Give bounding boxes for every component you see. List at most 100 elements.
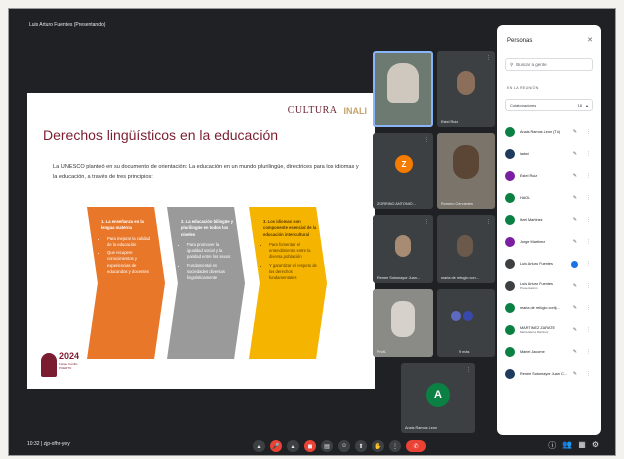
avatar (505, 281, 515, 291)
participant-row[interactable]: Renee Sotomayor Juan C... ✎ ⋮ (505, 363, 595, 385)
more-icon[interactable]: ⋮ (586, 371, 591, 377)
avatar: Z (395, 155, 413, 173)
more-icon[interactable]: ⋮ (586, 283, 591, 289)
participant-photo (457, 235, 473, 257)
more-icon[interactable]: ⋮ (424, 219, 429, 225)
more-icon[interactable]: ⋮ (424, 137, 429, 143)
participant-name-text: MARTINEZ ZARATE (520, 325, 556, 330)
mic-icon[interactable]: 🎤 (270, 440, 282, 452)
participant-row[interactable]: maria de refugio cortij... ✎ ⋮ (505, 297, 595, 319)
more-options-icon[interactable]: ⋮ (389, 440, 401, 452)
participant-row[interactable]: Itzel Martinez ✎ ⋮ (505, 209, 595, 231)
more-icon[interactable]: ⋮ (586, 327, 591, 333)
presenter-title: Luis Arturo Fuentes (Presentando) (29, 22, 106, 28)
participant-row[interactable]: ladwi ✎ ⋮ (505, 143, 595, 165)
meet-window: Luis Arturo Fuentes (Presentando) CULTUR… (8, 8, 616, 456)
more-icon[interactable]: ⋮ (586, 305, 591, 311)
more-icon[interactable]: ⋮ (586, 173, 591, 179)
meeting-time: 10:32 (27, 441, 40, 447)
more-icon[interactable]: ⋮ (486, 55, 491, 61)
participant-row[interactable]: Luis Arturo Fuentes ⋮ (505, 253, 595, 275)
more-icon[interactable]: ⋮ (586, 195, 591, 201)
principle-2: 2. La educación bilingüe y plurilingüe e… (167, 207, 245, 359)
mic-off-icon: ✎ (572, 173, 577, 179)
participant-tile[interactable]: ProfL (373, 289, 433, 357)
participant-video (391, 301, 415, 337)
slide-logos: CULTURA INALI (288, 105, 367, 116)
participant-row[interactable]: Estel Ruiz ✎ ⋮ (505, 165, 595, 187)
participant-tile[interactable]: Z ⋮ ZORRINO ANTONIO... (373, 133, 433, 209)
principle-2-item: Fundamental en sociedades diversas lingü… (187, 263, 235, 282)
principle-1-item: Que recupere conocimientos y experiencia… (107, 250, 155, 275)
participant-video (453, 145, 479, 179)
participant-name: Anais Ramos Leon (Tú) (520, 130, 570, 135)
participant-row[interactable]: Luis Arturo Fuentes Presentación ✎ ⋮ (505, 275, 595, 297)
more-icon[interactable]: ⋮ (586, 217, 591, 223)
participant-name: Anais Ramos Leon (405, 426, 438, 430)
more-icon[interactable]: ⋮ (466, 367, 471, 373)
inali-logo: INALI (343, 105, 368, 116)
participant-name: Luis Arturo Fuentes (520, 262, 570, 267)
more-participants-tile[interactable]: 9 más (437, 289, 495, 357)
more-icon[interactable]: ⋮ (586, 151, 591, 157)
search-input[interactable]: ⚲ Buscar a gente (505, 58, 593, 71)
chat-icon[interactable]: ▦ (578, 440, 586, 451)
participant-row[interactable]: Anais Ramos Leon (Tú) ✎ ⋮ (505, 121, 595, 143)
avatar (451, 311, 461, 321)
more-icon[interactable]: ⋮ (586, 129, 591, 135)
chevron-icon[interactable]: ▴ (253, 440, 265, 452)
end-call-button[interactable]: ✆ (406, 440, 426, 452)
avatar (463, 311, 473, 321)
avatar (505, 215, 515, 225)
people-list: Anais Ramos Leon (Tú) ✎ ⋮ ladwi ✎ ⋮ Estel Ruiz… (505, 121, 595, 385)
participant-row[interactable]: MARTINEZ ZARATE Maria Elena Martínez ✎ ⋮ (505, 319, 595, 341)
camera-icon[interactable]: ◼ (304, 440, 316, 452)
mic-off-icon: ✎ (572, 305, 577, 311)
avatar (505, 369, 515, 379)
chevron-icon[interactable]: ▴ (287, 440, 299, 452)
principle-3-item: Para fomentar el entendimiento entre la … (269, 242, 317, 261)
mic-off-icon: ✎ (572, 349, 577, 355)
activities-icon[interactable]: ⚙ (592, 440, 599, 451)
more-icon[interactable]: ⋮ (586, 239, 591, 245)
self-view-tile[interactable]: A ⋮ Anais Ramos Leon (401, 363, 475, 433)
avatar (505, 303, 515, 313)
avatar (505, 237, 515, 247)
more-icon[interactable]: ⋮ (586, 261, 591, 267)
info-icon[interactable]: ⓘ (548, 440, 556, 451)
present-icon[interactable]: ⬆ (355, 440, 367, 452)
speaking-outline (373, 51, 433, 127)
participant-photo (457, 71, 475, 95)
participant-tile-active[interactable] (373, 51, 433, 127)
mic-off-icon: ✎ (572, 195, 577, 201)
participant-name-text: Mariel Jacome (520, 349, 545, 354)
avatar (505, 127, 515, 137)
participant-tile[interactable]: Romero Cervantes (437, 133, 495, 209)
participant-row[interactable]: HAOL ✎ ⋮ (505, 187, 595, 209)
participant-name: Estel Ruiz (441, 120, 459, 124)
people-icon[interactable]: 👥 (562, 440, 572, 451)
close-icon[interactable]: ✕ (587, 36, 593, 44)
section-label: EN LA REUNIÓN (507, 86, 539, 90)
participant-name-text: Luis Arturo Fuentes (520, 281, 553, 286)
participant-subtitle: Maria Elena Martínez (520, 329, 549, 334)
emoji-icon[interactable]: ☺ (338, 440, 350, 452)
participant-tile[interactable]: ⋮ Estel Ruiz (437, 51, 495, 127)
collaborators-group[interactable]: Colaboradores 18 ▴ (505, 99, 593, 111)
cultura-logo: CULTURA (287, 105, 338, 116)
captions-icon[interactable]: ▤ (321, 440, 333, 452)
participant-name-text: HAOL (520, 195, 531, 200)
call-controls: ▴ 🎤 ▴ ◼ ▤ ☺ ⬆ ✋ ⋮ ✆ (253, 440, 426, 452)
more-icon[interactable]: ⋮ (586, 349, 591, 355)
participant-tile[interactable]: ⋮ maria de refugio con... (437, 215, 495, 283)
more-icon[interactable]: ⋮ (486, 219, 491, 225)
raise-hand-icon[interactable]: ✋ (372, 440, 384, 452)
speaking-icon (571, 260, 578, 268)
participant-row[interactable]: Jorge Martinez ✎ ⋮ (505, 231, 595, 253)
participant-name-text: Renee Sotomayor Juan C... (520, 371, 567, 376)
participant-tile[interactable]: ⋮ Renee Sotomayor Juan... (373, 215, 433, 283)
collaborators-count: 18 (577, 102, 582, 108)
participant-row[interactable]: Mariel Jacome ✎ ⋮ (505, 341, 595, 363)
avatar (505, 171, 515, 181)
search-icon: ⚲ (510, 61, 514, 67)
